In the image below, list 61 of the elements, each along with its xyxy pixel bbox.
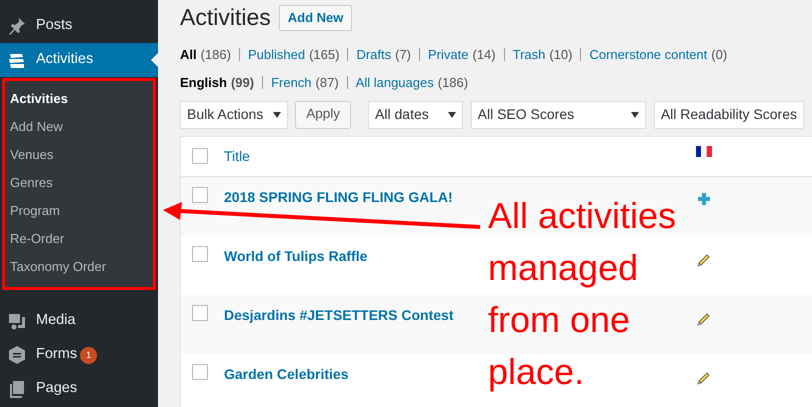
submenu-item[interactable]: Taxonomy Order [3,253,155,281]
row-checkbox[interactable] [192,364,208,380]
submenu-item[interactable]: Activities [3,85,155,113]
filter-count: (0) [711,46,728,64]
filter-count: (10) [549,46,572,64]
notification-badge: 1 [80,346,98,364]
menu-item[interactable]: Pages [0,372,158,406]
pencil-icon[interactable] [696,252,712,268]
row-checkbox[interactable] [192,186,208,203]
submenu-item[interactable]: Re-Order [3,225,155,253]
row-checkbox[interactable] [192,246,208,262]
filter-count: (165) [309,46,340,64]
column-header[interactable]: Title [224,148,250,164]
filter-link[interactable]: French [271,73,312,93]
pencil-icon[interactable] [696,310,712,327]
pin-icon [7,16,27,36]
caret-icon [273,112,282,118]
hexagon-icon [7,345,27,365]
apply-button[interactable]: Apply [295,100,352,129]
dropdown[interactable]: All Readability Scores [654,100,804,129]
post-title-link[interactable]: Garden Celebrities [224,366,348,382]
menu-item[interactable]: Media [0,304,158,338]
filter-count: (87) [316,74,339,92]
media-icon [7,311,27,331]
filter-link[interactable]: Published [248,44,306,64]
pencil-icon[interactable] [696,370,712,386]
pages-icon [7,379,27,399]
filter-link[interactable]: English [180,73,227,93]
plus-icon[interactable] [696,190,712,207]
annotation-text: All activities managed from one place. [488,194,678,394]
submenu-item[interactable]: Venues [3,141,155,169]
filter-link[interactable]: Drafts [356,44,392,64]
filter-link[interactable]: Private [428,44,468,64]
filter-count: (186) [438,74,468,92]
dropdown[interactable]: All SEO Scores [470,100,646,129]
post-title-link[interactable]: Desjardins #JETSETTERS Contest [224,306,454,323]
filter-link[interactable]: Trash [512,44,546,64]
caret-icon [630,112,639,118]
select-all-checkbox[interactable] [192,148,208,164]
filter-count: (186) [200,46,231,64]
filter-link[interactable]: All [180,44,197,64]
filter-count: (14) [472,46,496,64]
filter-link[interactable]: Cornerstone content [589,44,708,64]
submenu-item[interactable]: Program [3,197,155,225]
post-title-link[interactable]: World of Tulips Raffle [224,248,368,264]
caret-icon [448,112,456,118]
dropdown[interactable]: Bulk Actions [180,100,288,129]
submenu-item[interactable]: Genres [3,169,155,197]
dropdown[interactable]: All dates [368,100,463,129]
french-flag-icon [696,146,712,157]
page-title: Activities [180,4,271,32]
add-new-button[interactable]: Add New [278,5,352,31]
filter-link[interactable]: All languages [356,73,434,93]
filter-count: (99) [230,74,254,92]
menu-item[interactable]: Activities [0,43,158,77]
menu-item[interactable]: Posts [0,9,158,43]
post-title-link[interactable]: 2018 SPRING FLING FLING GALA! [224,188,453,205]
row-checkbox[interactable] [192,304,208,321]
filter-count: (7) [395,46,412,64]
menu-item[interactable]: Forms 1 [0,338,158,372]
submenu-item[interactable]: Add New [3,113,155,141]
